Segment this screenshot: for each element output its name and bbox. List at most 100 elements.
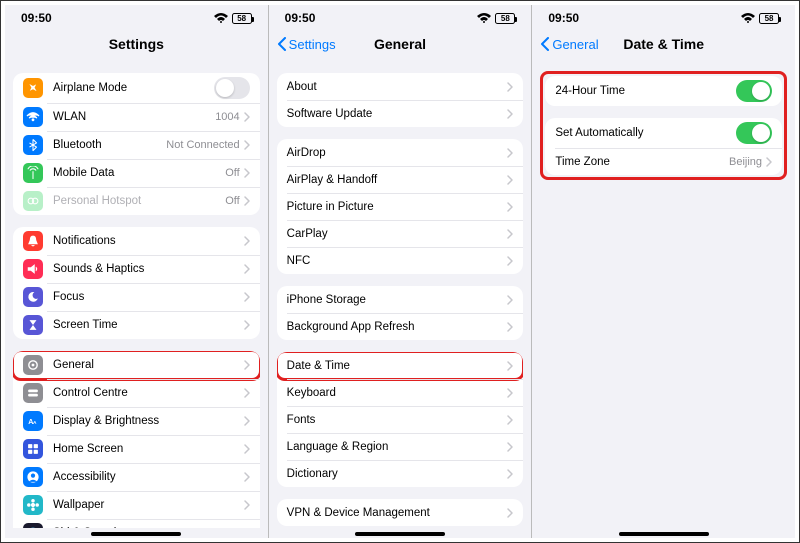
hourglass-icon <box>23 315 43 335</box>
row-label: Fonts <box>287 414 508 426</box>
row-wallpaper[interactable]: Wallpaper <box>13 491 260 519</box>
grid-icon <box>23 439 43 459</box>
chevron-right-icon <box>507 175 513 185</box>
person-icon <box>23 467 43 487</box>
row-label: WLAN <box>53 111 215 123</box>
chevron-left-icon <box>277 37 287 51</box>
status-bar: 09:50 58 <box>269 5 532 27</box>
group-vpn: VPN & Device Management <box>277 499 524 526</box>
back-label: General <box>552 37 598 52</box>
row-wlan[interactable]: WLAN1004 <box>13 103 260 131</box>
row-detail: Off <box>225 195 239 207</box>
row-screen-time[interactable]: Screen Time <box>13 311 260 339</box>
row-label: Picture in Picture <box>287 201 508 213</box>
row-label: Date & Time <box>287 360 508 372</box>
row-personal-hotspot[interactable]: Personal HotspotOff <box>13 187 260 215</box>
row-label: Dictionary <box>287 468 508 480</box>
row-dictionary[interactable]: Dictionary <box>277 460 524 487</box>
chevron-right-icon <box>507 82 513 92</box>
general-list[interactable]: About Software Update AirDrop AirPlay & Ha… <box>269 61 532 528</box>
row-display-brightness[interactable]: AADisplay & Brightness <box>13 407 260 435</box>
row-background-app-refresh[interactable]: Background App Refresh <box>277 313 524 340</box>
row-label: Screen Time <box>53 319 244 331</box>
airplane-icon <box>23 78 43 98</box>
chevron-right-icon <box>244 500 250 510</box>
chevron-right-icon <box>244 168 250 178</box>
row-airdrop[interactable]: AirDrop <box>277 139 524 166</box>
row-label: Notifications <box>53 235 244 247</box>
row-fonts[interactable]: Fonts <box>277 406 524 433</box>
row-language-region[interactable]: Language & Region <box>277 433 524 460</box>
row-siri-search[interactable]: Siri & Search <box>13 519 260 528</box>
row-label: Personal Hotspot <box>53 195 225 207</box>
siri-icon <box>23 523 43 528</box>
group-alerts: Notifications Sounds & Haptics Focus Screen… <box>13 227 260 339</box>
bluetooth-icon <box>23 135 43 155</box>
chevron-right-icon <box>507 148 513 158</box>
toggle-switch[interactable] <box>736 80 772 102</box>
row-24-hour-time[interactable]: 24-Hour Time <box>545 76 782 106</box>
battery-icon: 58 <box>232 13 252 24</box>
date-time-screen: 09:50 58 General Date & Time 24-Hour Tim… <box>531 5 795 538</box>
row-label: AirPlay & Handoff <box>287 174 508 186</box>
settings-list[interactable]: Airplane Mode WLAN1004BluetoothNot Connec… <box>5 61 268 528</box>
row-airplay-handoff[interactable]: AirPlay & Handoff <box>277 166 524 193</box>
row-nfc[interactable]: NFC <box>277 247 524 274</box>
row-picture-in-picture[interactable]: Picture in Picture <box>277 193 524 220</box>
chevron-right-icon <box>507 295 513 305</box>
chevron-right-icon <box>244 416 250 426</box>
row-accessibility[interactable]: Accessibility <box>13 463 260 491</box>
row-label: CarPlay <box>287 228 508 240</box>
home-indicator[interactable] <box>355 532 445 536</box>
back-label: Settings <box>289 37 336 52</box>
chevron-right-icon <box>507 256 513 266</box>
chevron-right-icon <box>507 469 513 479</box>
row-detail: Beijing <box>729 156 762 168</box>
home-indicator[interactable] <box>91 532 181 536</box>
battery-icon: 58 <box>495 13 515 24</box>
row-label: Airplane Mode <box>53 82 214 94</box>
nav-title: General <box>374 36 426 52</box>
row-label: Wallpaper <box>53 499 244 511</box>
row-vpn-device-management[interactable]: VPN & Device Management <box>277 499 524 526</box>
row-notifications[interactable]: Notifications <box>13 227 260 255</box>
row-set-automatically[interactable]: Set Automatically <box>545 118 782 148</box>
row-iphone-storage[interactable]: iPhone Storage <box>277 286 524 313</box>
row-label: NFC <box>287 255 508 267</box>
row-software-update[interactable]: Software Update <box>277 100 524 127</box>
chevron-right-icon <box>507 508 513 518</box>
row-mobile-data[interactable]: Mobile DataOff <box>13 159 260 187</box>
text-size-icon: AA <box>23 411 43 431</box>
row-label: About <box>287 81 508 93</box>
row-keyboard[interactable]: Keyboard <box>277 379 524 406</box>
toggle-switch[interactable] <box>214 77 250 99</box>
group-connectivity: Airplane Mode WLAN1004BluetoothNot Connec… <box>13 73 260 215</box>
row-label: General <box>53 359 244 371</box>
row-general[interactable]: General <box>13 351 260 379</box>
status-bar: 09:50 58 <box>5 5 268 27</box>
row-time-zone[interactable]: Time ZoneBeijing <box>545 148 782 175</box>
toggle-switch[interactable] <box>736 122 772 144</box>
home-indicator[interactable] <box>619 532 709 536</box>
back-button[interactable]: General <box>540 37 598 52</box>
row-sounds-haptics[interactable]: Sounds & Haptics <box>13 255 260 283</box>
hotspot-icon <box>23 191 43 211</box>
chevron-right-icon <box>244 444 250 454</box>
row-date-time[interactable]: Date & Time <box>277 352 524 379</box>
row-control-centre[interactable]: Control Centre <box>13 379 260 407</box>
nav-title: Settings <box>109 36 164 52</box>
group-24hr: 24-Hour Time <box>545 76 782 106</box>
row-focus[interactable]: Focus <box>13 283 260 311</box>
row-carplay[interactable]: CarPlay <box>277 220 524 247</box>
row-label: Mobile Data <box>53 167 225 179</box>
row-bluetooth[interactable]: BluetoothNot Connected <box>13 131 260 159</box>
row-about[interactable]: About <box>277 73 524 100</box>
status-icons: 58 <box>741 13 779 24</box>
date-time-list[interactable]: 24-Hour Time Set AutomaticallyTime ZoneB… <box>532 61 795 528</box>
row-detail: Not Connected <box>166 139 239 151</box>
row-label: iPhone Storage <box>287 294 508 306</box>
back-button[interactable]: Settings <box>277 37 336 52</box>
row-airplane-mode[interactable]: Airplane Mode <box>13 73 260 103</box>
row-home-screen[interactable]: Home Screen <box>13 435 260 463</box>
row-label: Focus <box>53 291 244 303</box>
